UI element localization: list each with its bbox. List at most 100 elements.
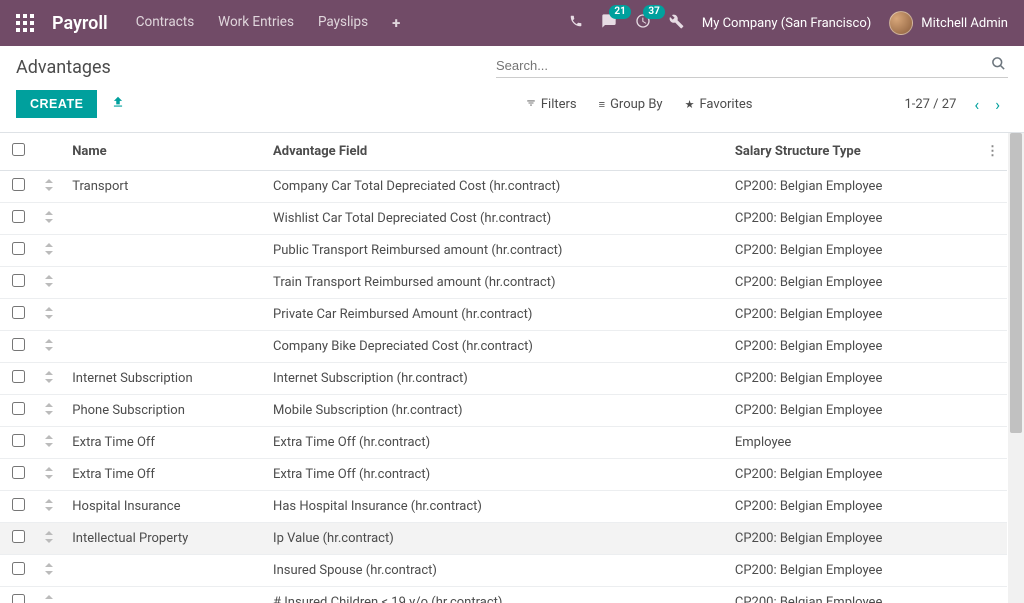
optional-columns[interactable]: ⋮ <box>978 133 1007 171</box>
row-checkbox[interactable] <box>12 242 25 255</box>
row-checkbox[interactable] <box>12 562 25 575</box>
row-checkbox[interactable] <box>12 338 25 351</box>
activity-icon[interactable]: 37 <box>635 13 651 33</box>
table-row[interactable]: Public Transport Reimbursed amount (hr.c… <box>0 235 1007 267</box>
row-checkbox[interactable] <box>12 434 25 447</box>
row-checkbox[interactable] <box>12 370 25 383</box>
col-header-name[interactable]: Name <box>64 133 265 171</box>
groupby-label: Group By <box>610 97 663 112</box>
row-checkbox[interactable] <box>12 466 25 479</box>
drag-handle-icon[interactable] <box>36 235 64 267</box>
cell-field: Wishlist Car Total Depreciated Cost (hr.… <box>265 203 727 235</box>
scrollbar-thumb[interactable] <box>1010 133 1022 433</box>
navbar: Payroll Contracts Work Entries Payslips … <box>0 0 1024 46</box>
select-all-checkbox[interactable] <box>12 143 25 156</box>
cell-name <box>64 235 265 267</box>
cell-field: Mobile Subscription (hr.contract) <box>265 395 727 427</box>
drag-handle-icon[interactable] <box>36 203 64 235</box>
nav-add-menu[interactable]: + <box>392 14 400 32</box>
cell-struct: Employee <box>727 427 978 459</box>
table-row[interactable]: Phone SubscriptionMobile Subscription (h… <box>0 395 1007 427</box>
col-header-struct[interactable]: Salary Structure Type <box>727 133 978 171</box>
table-row[interactable]: Train Transport Reimbursed amount (hr.co… <box>0 267 1007 299</box>
cell-struct: CP200: Belgian Employee <box>727 587 978 603</box>
favorites-label: Favorites <box>699 97 752 112</box>
groupby-menu[interactable]: ≡ Group By <box>599 97 663 112</box>
table-row[interactable]: Private Car Reimbursed Amount (hr.contra… <box>0 299 1007 331</box>
scrollbar[interactable] <box>1008 133 1024 603</box>
drag-handle-icon[interactable] <box>36 427 64 459</box>
apps-icon[interactable] <box>16 14 34 32</box>
drag-handle-icon[interactable] <box>36 587 64 603</box>
company-selector[interactable]: My Company (San Francisco) <box>702 16 871 31</box>
table-row[interactable]: # Insured Children < 19 y/o (hr.contract… <box>0 587 1007 603</box>
search-wrap <box>496 56 1008 78</box>
table-row[interactable]: Intellectual PropertyIp Value (hr.contra… <box>0 523 1007 555</box>
avatar <box>889 11 913 35</box>
nav-contracts[interactable]: Contracts <box>136 14 194 32</box>
table-row[interactable]: Insured Spouse (hr.contract)CP200: Belgi… <box>0 555 1007 587</box>
drag-handle-icon[interactable] <box>36 523 64 555</box>
cell-struct: CP200: Belgian Employee <box>727 203 978 235</box>
cell-field: Ip Value (hr.contract) <box>265 523 727 555</box>
nav-payslips[interactable]: Payslips <box>318 14 368 32</box>
search-icon[interactable] <box>989 56 1008 75</box>
table-row[interactable]: Company Bike Depreciated Cost (hr.contra… <box>0 331 1007 363</box>
drag-handle-icon[interactable] <box>36 363 64 395</box>
cell-struct: CP200: Belgian Employee <box>727 555 978 587</box>
table-row[interactable]: Wishlist Car Total Depreciated Cost (hr.… <box>0 203 1007 235</box>
table-row[interactable]: Hospital InsuranceHas Hospital Insurance… <box>0 491 1007 523</box>
cell-field: Has Hospital Insurance (hr.contract) <box>265 491 727 523</box>
drag-handle-icon[interactable] <box>36 555 64 587</box>
pager-next[interactable]: › <box>987 95 1008 114</box>
cell-field: # Insured Children < 19 y/o (hr.contract… <box>265 587 727 603</box>
tools-icon[interactable] <box>669 14 684 33</box>
cell-field: Company Car Total Depreciated Cost (hr.c… <box>265 171 727 203</box>
row-checkbox[interactable] <box>12 402 25 415</box>
row-checkbox[interactable] <box>12 306 25 319</box>
cell-name: Extra Time Off <box>64 459 265 491</box>
page-title: Advantages <box>16 57 496 78</box>
drag-handle-icon[interactable] <box>36 299 64 331</box>
pager-text[interactable]: 1-27 / 27 <box>904 97 956 112</box>
col-header-field[interactable]: Advantage Field <box>265 133 727 171</box>
app-brand[interactable]: Payroll <box>52 13 108 34</box>
cell-name: Phone Subscription <box>64 395 265 427</box>
table-row[interactable]: Extra Time OffExtra Time Off (hr.contrac… <box>0 427 1007 459</box>
filters-label: Filters <box>541 97 577 112</box>
row-checkbox[interactable] <box>12 498 25 511</box>
drag-handle-icon[interactable] <box>36 171 64 203</box>
drag-handle-icon[interactable] <box>36 491 64 523</box>
search-input[interactable] <box>496 58 989 73</box>
drag-handle-icon[interactable] <box>36 331 64 363</box>
cell-name: Extra Time Off <box>64 427 265 459</box>
create-button[interactable]: CREATE <box>16 90 97 118</box>
table-row[interactable]: TransportCompany Car Total Depreciated C… <box>0 171 1007 203</box>
cell-struct: CP200: Belgian Employee <box>727 491 978 523</box>
favorites-menu[interactable]: ★ Favorites <box>685 97 753 112</box>
cell-name: Intellectual Property <box>64 523 265 555</box>
user-menu[interactable]: Mitchell Admin <box>889 11 1008 35</box>
table-row[interactable]: Extra Time OffExtra Time Off (hr.contrac… <box>0 459 1007 491</box>
table-row[interactable]: Internet SubscriptionInternet Subscripti… <box>0 363 1007 395</box>
row-checkbox[interactable] <box>12 274 25 287</box>
phone-icon[interactable] <box>569 14 583 32</box>
nav-work-entries[interactable]: Work Entries <box>218 14 294 32</box>
drag-handle-icon[interactable] <box>36 267 64 299</box>
row-checkbox[interactable] <box>12 530 25 543</box>
cell-name: Internet Subscription <box>64 363 265 395</box>
messaging-icon[interactable]: 21 <box>601 13 617 33</box>
cell-field: Extra Time Off (hr.contract) <box>265 459 727 491</box>
cell-name: Transport <box>64 171 265 203</box>
drag-handle-icon[interactable] <box>36 459 64 491</box>
import-icon[interactable] <box>111 95 125 113</box>
list-icon: ≡ <box>599 98 605 111</box>
star-icon: ★ <box>685 98 695 111</box>
filters-menu[interactable]: Filters <box>526 97 577 112</box>
row-checkbox[interactable] <box>12 210 25 223</box>
drag-handle-icon[interactable] <box>36 395 64 427</box>
search-options: Filters ≡ Group By ★ Favorites 1-27 / 27… <box>526 95 1008 114</box>
row-checkbox[interactable] <box>12 178 25 191</box>
cell-name: Hospital Insurance <box>64 491 265 523</box>
pager-prev[interactable]: ‹ <box>966 95 987 114</box>
